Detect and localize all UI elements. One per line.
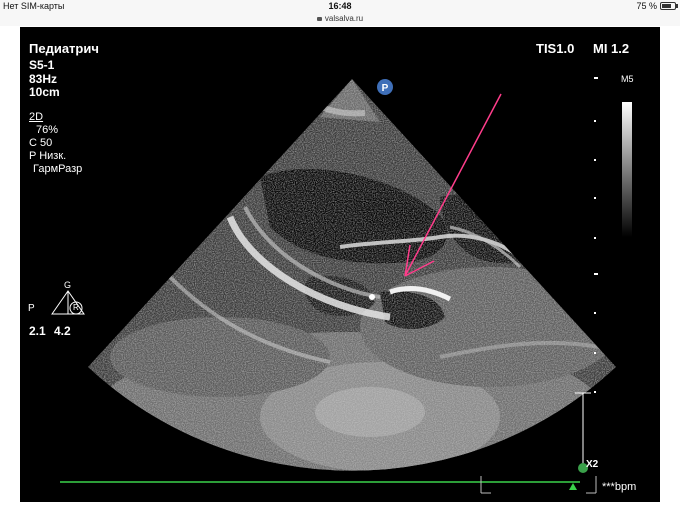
probe-label: S5-1 bbox=[29, 58, 55, 72]
heart-rate-label: ***bpm bbox=[602, 481, 637, 493]
preset-label: Педиатрич bbox=[29, 41, 99, 56]
battery-percent: 75 % bbox=[636, 1, 657, 11]
focus-p-label: P bbox=[28, 303, 35, 314]
harmonic-value: ГармРазр bbox=[33, 163, 83, 175]
grayscale-bar bbox=[622, 102, 632, 237]
ios-status-bar: Нет SIM-карты 16:48 75 % bbox=[0, 0, 680, 14]
map-label: M5 bbox=[621, 74, 634, 84]
frame-rate: 83Hz bbox=[29, 72, 58, 86]
ultrasound-screen: P Педиатрич S5-1 83Hz 10cm 2D 76% C 50 P… bbox=[20, 27, 660, 502]
url-text: valsalva.ru bbox=[324, 14, 364, 23]
cursor-dot bbox=[369, 294, 375, 300]
battery-indicator: 75 % bbox=[636, 1, 678, 11]
focus-g-label: G bbox=[64, 280, 72, 290]
zoom-label: X2 bbox=[586, 459, 599, 470]
focus-value-left: 2.1 bbox=[29, 324, 46, 338]
mi-value: MI 1.2 bbox=[593, 41, 630, 56]
echo-image: P bbox=[51, 77, 632, 494]
orientation-marker-label: P bbox=[382, 83, 389, 94]
battery-icon bbox=[660, 2, 678, 10]
clock: 16:48 bbox=[328, 1, 352, 11]
lock-icon bbox=[316, 17, 322, 21]
address-bar[interactable]: valsalva.ru bbox=[0, 14, 680, 26]
focus-value-right: 4.2 bbox=[54, 324, 71, 338]
power-value: P Низк. bbox=[29, 150, 67, 162]
compression-value: C 50 bbox=[29, 137, 53, 149]
ecg-trace bbox=[60, 476, 597, 494]
depth-value: 10cm bbox=[29, 85, 60, 99]
gain-value: 76% bbox=[36, 124, 59, 136]
tis-value: TIS1.0 bbox=[536, 41, 575, 56]
focus-r-label: R bbox=[73, 303, 79, 312]
mode-label: 2D bbox=[29, 111, 44, 123]
